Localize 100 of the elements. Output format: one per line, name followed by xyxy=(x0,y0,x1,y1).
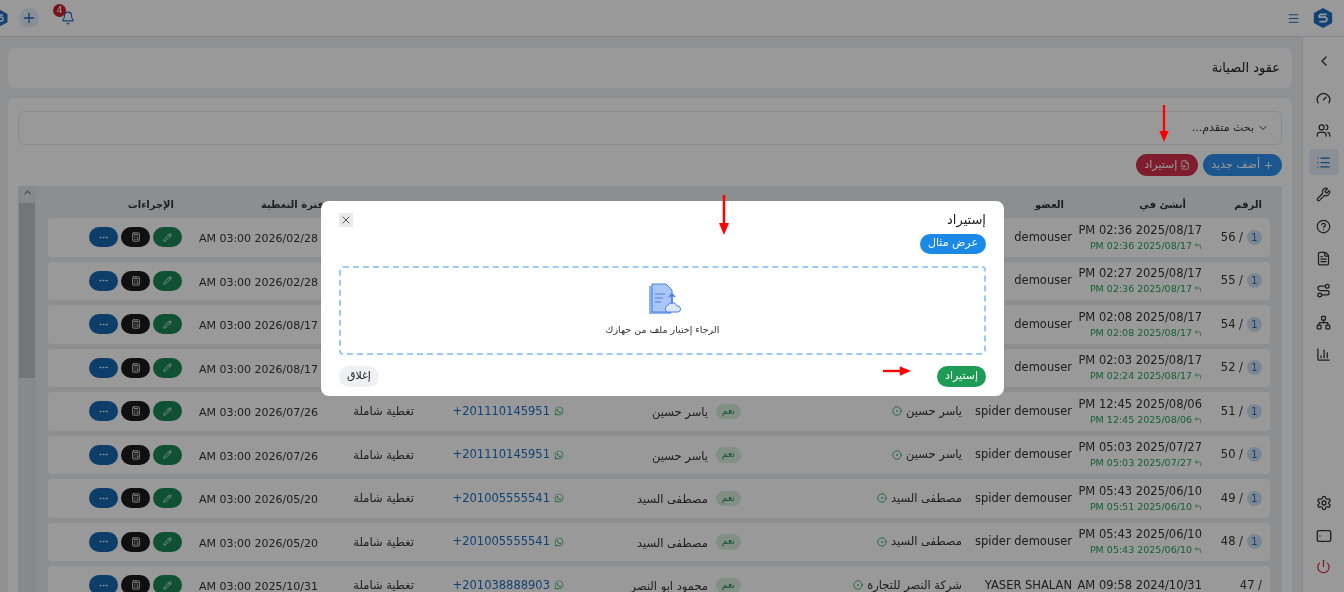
settings-icon[interactable] xyxy=(1315,495,1332,511)
calculator-button[interactable] xyxy=(121,401,150,422)
annotation-arrow xyxy=(1159,105,1169,142)
edit-button[interactable] xyxy=(153,270,182,291)
calculator-button[interactable] xyxy=(121,488,150,509)
row-number: 54 / xyxy=(1220,315,1243,333)
status-dot-icon xyxy=(876,493,887,504)
updated-date: PM 12:45 2025/08/06 xyxy=(1089,412,1192,427)
created-date: PM 02:27 2025/08/17 xyxy=(1078,265,1202,282)
import-submit-button[interactable]: إستيراد xyxy=(937,365,986,387)
list-icon xyxy=(1316,154,1331,170)
edit-button[interactable] xyxy=(153,488,182,509)
phone-link[interactable]: +201005555541 xyxy=(452,489,550,507)
status-dot-icon xyxy=(853,580,864,591)
edit-button[interactable] xyxy=(153,227,182,248)
calculator-button[interactable] xyxy=(121,575,150,592)
updated-arrow-icon xyxy=(1194,372,1202,381)
notification-bell-icon[interactable] xyxy=(61,11,75,25)
pencil-icon xyxy=(163,276,172,286)
revision-badge: 1 xyxy=(1247,534,1262,550)
phone-link[interactable]: +201005555541 xyxy=(452,533,550,551)
active-badge: نعم xyxy=(716,534,741,550)
import-button[interactable]: إستيراد xyxy=(1136,154,1199,176)
sidebar-item[interactable] xyxy=(1308,149,1339,175)
status-dot-icon xyxy=(892,406,903,417)
more-button[interactable] xyxy=(89,357,118,378)
calculator-icon xyxy=(130,493,141,504)
more-button[interactable] xyxy=(89,531,118,552)
more-button[interactable] xyxy=(89,575,118,592)
more-button[interactable] xyxy=(89,444,118,465)
member-name: spider demouser xyxy=(975,533,1072,551)
add-new-button[interactable]: أضف جديد xyxy=(1203,154,1282,176)
file-dropzone[interactable]: الرجاء إختيار ملف من جهازك xyxy=(339,265,986,355)
pencil-icon xyxy=(163,319,172,329)
column-header: فترة التغطية xyxy=(259,197,325,212)
row-number: 52 / xyxy=(1220,359,1243,377)
calculator-icon xyxy=(130,319,141,330)
calculator-button[interactable] xyxy=(121,227,150,248)
updated-arrow-icon xyxy=(1194,415,1202,424)
scrollbar-thumb[interactable] xyxy=(19,203,35,378)
calculator-button[interactable] xyxy=(121,314,150,335)
advanced-search-panel[interactable]: بحث متقدم... xyxy=(18,111,1282,145)
edit-button[interactable] xyxy=(153,531,182,552)
calculator-icon xyxy=(130,449,141,460)
screen-icon[interactable] xyxy=(1315,528,1332,544)
updated-date: PM 02:24 2025/08/17 xyxy=(1089,369,1192,384)
contact-name: مصطفى السيد xyxy=(636,535,708,550)
calculator-button[interactable] xyxy=(121,270,150,291)
edit-button[interactable] xyxy=(153,575,182,592)
created-date: PM 12:45 2025/08/06 xyxy=(1078,395,1202,413)
more-button[interactable] xyxy=(89,488,118,509)
coverage-period: AM 03:00 2026/07/26 xyxy=(198,406,318,420)
edit-button[interactable] xyxy=(153,314,182,335)
pencil-icon xyxy=(163,580,172,590)
status-dot-icon xyxy=(876,536,887,547)
client-name: ياسر حسين xyxy=(906,446,962,464)
edit-button[interactable] xyxy=(153,401,182,422)
calculator-icon xyxy=(130,362,141,373)
coverage-type: تغطية شاملة xyxy=(353,491,414,505)
whatsapp-icon xyxy=(554,406,564,417)
column-header: الإجراءات xyxy=(126,197,175,212)
calculator-button[interactable] xyxy=(121,444,150,465)
close-button[interactable] xyxy=(339,213,353,227)
edit-button[interactable] xyxy=(153,444,182,465)
column-header: الرقم xyxy=(1233,197,1263,212)
client-name: شركة النصر للتجارة xyxy=(867,576,962,592)
updated-date: PM 05:51 2025/06/10 xyxy=(1089,499,1192,514)
revision-badge: 1 xyxy=(1247,447,1262,463)
active-badge: نعم xyxy=(716,490,741,506)
close-dialog-button[interactable]: إغلاق xyxy=(339,365,379,387)
edit-button[interactable] xyxy=(153,357,182,378)
coverage-type: تغطية شاملة xyxy=(353,534,414,549)
calculator-button[interactable] xyxy=(121,357,150,378)
coverage-period: AM 03:00 2026/02/28 xyxy=(198,232,318,246)
member-name: spider demouser xyxy=(975,402,1072,420)
coverage-type: تغطية شاملة xyxy=(353,447,414,462)
active-badge: نعم xyxy=(716,447,741,463)
coverage-period: AM 03:00 2025/10/31 xyxy=(198,580,318,592)
phone-link[interactable]: +201110145951 xyxy=(452,402,550,420)
coverage-period: AM 03:00 2026/07/26 xyxy=(198,449,318,463)
more-button[interactable] xyxy=(89,227,118,248)
more-button[interactable] xyxy=(89,270,118,291)
add-button[interactable] xyxy=(19,8,39,28)
dropzone-hint: الرجاء إختيار ملف من جهازك xyxy=(605,323,720,338)
power-icon[interactable] xyxy=(1316,559,1331,574)
coverage-period: AM 03:00 2026/05/20 xyxy=(198,536,318,550)
phone-link[interactable]: +201110145951 xyxy=(452,446,550,464)
menu-icon[interactable] xyxy=(1287,11,1300,25)
calculator-icon xyxy=(130,536,141,547)
revision-badge: 1 xyxy=(1247,273,1262,289)
more-button[interactable] xyxy=(89,314,118,335)
updated-date: PM 05:43 2025/06/10 xyxy=(1089,543,1192,558)
calculator-button[interactable] xyxy=(121,531,150,552)
show-example-button[interactable]: عرض مثال xyxy=(920,233,986,254)
updated-arrow-icon xyxy=(1194,241,1202,250)
phone-link[interactable]: +201038888903 xyxy=(452,576,550,592)
row-number: 56 / xyxy=(1220,228,1243,246)
notification-count: 4 xyxy=(53,4,66,17)
dialog-title: إستيراد xyxy=(947,211,986,230)
more-button[interactable] xyxy=(89,401,118,422)
